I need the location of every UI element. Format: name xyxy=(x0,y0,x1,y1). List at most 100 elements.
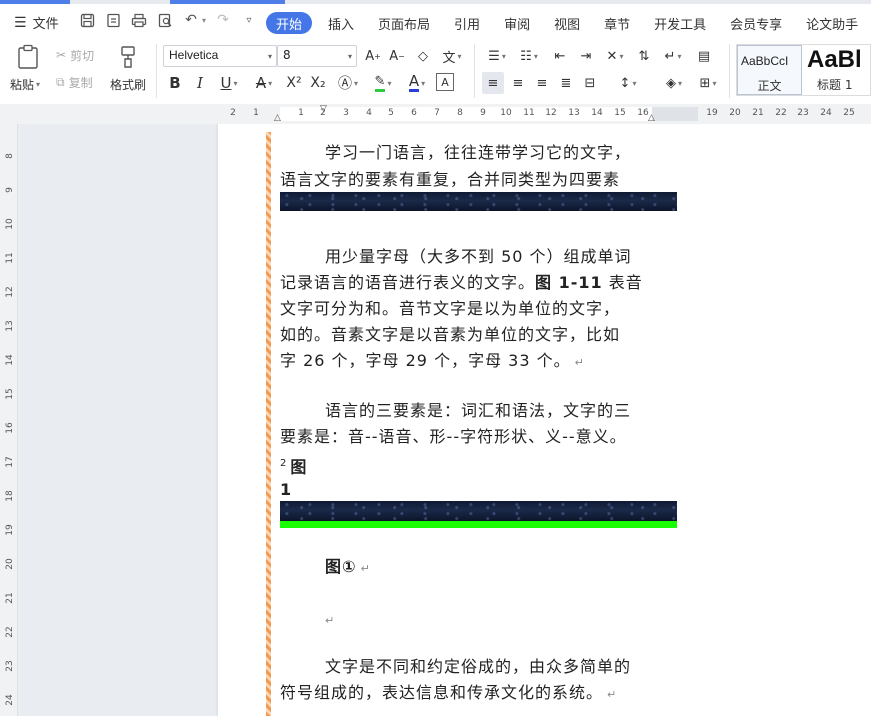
shading-button[interactable]: ◈ ▾ xyxy=(660,72,688,94)
underline-button[interactable]: U ▾ xyxy=(214,72,244,94)
strikethrough-button[interactable]: A ▾ xyxy=(250,72,278,94)
print-icon[interactable] xyxy=(130,11,148,29)
ruler-tick-label: 23 xyxy=(797,108,809,118)
export-pdf-icon[interactable] xyxy=(104,11,122,29)
horizontal-ruler[interactable]: ▽ △ △ 2 1 1 2 3 4 5 6 7 8 9 10 11 12 13 14 15 16 19 20 21 22 2… xyxy=(0,104,871,124)
char-border-icon[interactable]: A xyxy=(436,73,454,91)
paragraph-line[interactable]: 字 26 个，字母 29 个，字母 33 个。 ↵ xyxy=(280,348,585,376)
paragraph-line[interactable]: 记录语言的语音进行表义的文字。图 1-11 表音 xyxy=(280,270,643,296)
hamburger-icon: ☰ xyxy=(14,14,27,31)
document-canvas[interactable]: 学习一门语言，往往连带学习它的文字， 语言文字的要素有重复，合并同类型为四要素 … xyxy=(18,124,871,716)
borders-button[interactable]: ⊞ ▾ xyxy=(694,72,722,94)
font-color-button[interactable]: A ▾ xyxy=(402,72,432,94)
paragraph-line[interactable]: 符号组成的，表达信息和传承文化的系统。 ↵ xyxy=(280,680,617,708)
grow-font-icon[interactable]: A + xyxy=(364,46,382,66)
bold-button[interactable]: B xyxy=(166,72,184,94)
tab-view[interactable]: 视图 xyxy=(554,12,580,34)
figure-superscript: 2 xyxy=(280,458,288,469)
caption-line[interactable]: 图① ↵ xyxy=(280,554,371,582)
paste-button[interactable]: 粘贴 ▾ xyxy=(10,75,40,93)
show-marks-icon[interactable]: ↵ ▾ xyxy=(660,46,686,66)
figure-label: 图 xyxy=(290,457,308,477)
paragraph-line[interactable]: 学习一门语言，往往连带学习它的文字， xyxy=(280,140,631,166)
style-heading-1[interactable]: AaBl 标题 1 xyxy=(805,45,871,95)
paragraph-line[interactable]: 如的。音素文字是以音素为单位的文字，比如 xyxy=(280,322,620,348)
decrease-indent-icon[interactable]: ⇤ xyxy=(550,46,570,66)
print-preview-icon[interactable] xyxy=(156,11,174,29)
font-color-dropdown-icon: ▾ xyxy=(421,78,426,88)
sort-icon[interactable]: ⇅ xyxy=(634,46,654,66)
save-icon[interactable] xyxy=(78,11,96,29)
ruler-tick-label: 5 xyxy=(388,108,394,118)
styles-gallery: AaBbCcI 正文 AaBl 标题 1 xyxy=(736,44,871,96)
tab-home[interactable]: 开始 xyxy=(266,12,313,34)
format-painter-icon[interactable] xyxy=(116,44,140,70)
tab-chapter[interactable]: 章节 xyxy=(604,12,630,34)
align-center-button[interactable]: ≡ xyxy=(508,72,528,94)
highlight-button[interactable]: ✎ ▾ xyxy=(368,72,398,94)
file-menu-button[interactable]: ☰ 文件 xyxy=(14,13,59,33)
redo-icon[interactable]: ↷ xyxy=(214,11,232,29)
subscript-button[interactable]: X₂ xyxy=(307,72,329,94)
tab-member[interactable]: 会员专享 xyxy=(730,12,782,34)
strikethrough-glyph: A xyxy=(255,74,267,92)
text-run: 表音 xyxy=(602,273,643,292)
text-effect-icon[interactable]: Ⓐ ▾ xyxy=(334,72,362,94)
align-right-button[interactable]: ≡ xyxy=(532,72,552,94)
style-h1-label: 标题 1 xyxy=(817,78,853,92)
bullet-list-icon[interactable]: ☰ ▾ xyxy=(484,46,510,66)
font-size-select[interactable]: 8 ▾ xyxy=(277,45,357,67)
document-page[interactable]: 学习一门语言，往往连带学习它的文字， 语言文字的要素有重复，合并同类型为四要素 … xyxy=(218,124,871,716)
tab-references[interactable]: 引用 xyxy=(454,12,480,34)
tab-insert[interactable]: 插入 xyxy=(328,12,354,34)
ruler-tick-label: 14 xyxy=(591,108,603,118)
figure-number-line[interactable]: 1 xyxy=(280,477,292,503)
font-size-dropdown-icon: ▾ xyxy=(347,52,352,61)
undo-dropdown-icon[interactable]: ▾ xyxy=(202,16,206,25)
paste-icon[interactable] xyxy=(14,44,42,70)
format-painter-button[interactable]: 格式刷 xyxy=(110,75,146,93)
clear-format-icon[interactable]: ◇ xyxy=(414,46,432,66)
left-indent-marker[interactable]: △ xyxy=(274,113,281,123)
divider xyxy=(474,44,475,98)
customize-qat-icon[interactable]: ▿ xyxy=(240,11,258,29)
align-left-button[interactable]: ≡ xyxy=(482,72,504,94)
tab-thesis-assistant[interactable]: 论文助手 xyxy=(806,12,858,34)
table-tools-icon[interactable]: ▤ xyxy=(694,46,714,66)
ruler-tick-label: 22 xyxy=(775,108,787,118)
shrink-font-icon[interactable]: A − xyxy=(388,46,406,66)
ruler-tick-label: 10 xyxy=(5,218,15,230)
numbered-list-icon[interactable]: ☷ ▾ xyxy=(516,46,542,66)
phonetic-guide-icon[interactable]: 文 ▾ xyxy=(438,46,466,66)
tab-review[interactable]: 审阅 xyxy=(504,12,530,34)
undo-icon[interactable]: ↶ xyxy=(182,11,200,29)
style-normal[interactable]: AaBbCcI 正文 xyxy=(737,45,802,95)
increase-indent-icon[interactable]: ⇥ xyxy=(576,46,596,66)
italic-button[interactable]: I xyxy=(192,72,208,94)
line-spacing-button[interactable]: ↕ ▾ xyxy=(614,72,642,94)
menu-bar: ☰ 文件 ↶ ▾ ↷ ▿ 开始 插入 页面布局 引用 审阅 视图 章节 开发工具… xyxy=(0,4,871,40)
text-run: 字 26 个，字母 29 个，字母 33 个。 xyxy=(280,351,571,370)
chinese-layout-icon[interactable]: ✕ ▾ xyxy=(602,46,628,66)
distributed-align-button[interactable]: ⊟ xyxy=(580,72,600,94)
inline-image-2[interactable] xyxy=(280,501,677,521)
paragraph-line[interactable]: 语言的三要素是：词汇和语法，文字的三 xyxy=(280,398,631,424)
figure-label-line[interactable]: 2图 xyxy=(280,451,307,480)
cut-button[interactable]: ✂ 剪切 xyxy=(56,46,94,64)
paragraph-line[interactable]: 用少量字母（大多不到 50 个）组成单词 xyxy=(280,244,632,270)
paragraph-line[interactable]: 文字可分为和。音节文字是以为单位的文字， xyxy=(280,296,620,322)
font-name-select[interactable]: Helvetica ▾ xyxy=(163,45,277,67)
ruler-tick-label: 15 xyxy=(614,108,626,118)
empty-paragraph[interactable]: ↵ xyxy=(280,606,335,634)
justify-button[interactable]: ≣ xyxy=(556,72,576,94)
copy-button[interactable]: ⧉ 复制 xyxy=(56,73,93,91)
paragraph-line[interactable]: 要素是：音--语音、形--字符形状、义--意义。 xyxy=(280,424,627,450)
superscript-button[interactable]: X² xyxy=(283,72,305,94)
vertical-ruler[interactable]: 8 9 10 11 12 13 14 15 16 17 18 19 20 21 22 23 24 xyxy=(0,124,18,716)
paragraph-line[interactable]: 语言文字的要素有重复，合并同类型为四要素 xyxy=(280,167,620,193)
tab-page-layout[interactable]: 页面布局 xyxy=(378,12,430,34)
inline-image-1[interactable] xyxy=(280,192,677,211)
tab-developer[interactable]: 开发工具 xyxy=(654,12,706,34)
paragraph-line[interactable]: 文字是不同和约定俗成的，由众多简单的 xyxy=(280,654,631,680)
figure-reference: 图 1-11 xyxy=(535,273,603,292)
